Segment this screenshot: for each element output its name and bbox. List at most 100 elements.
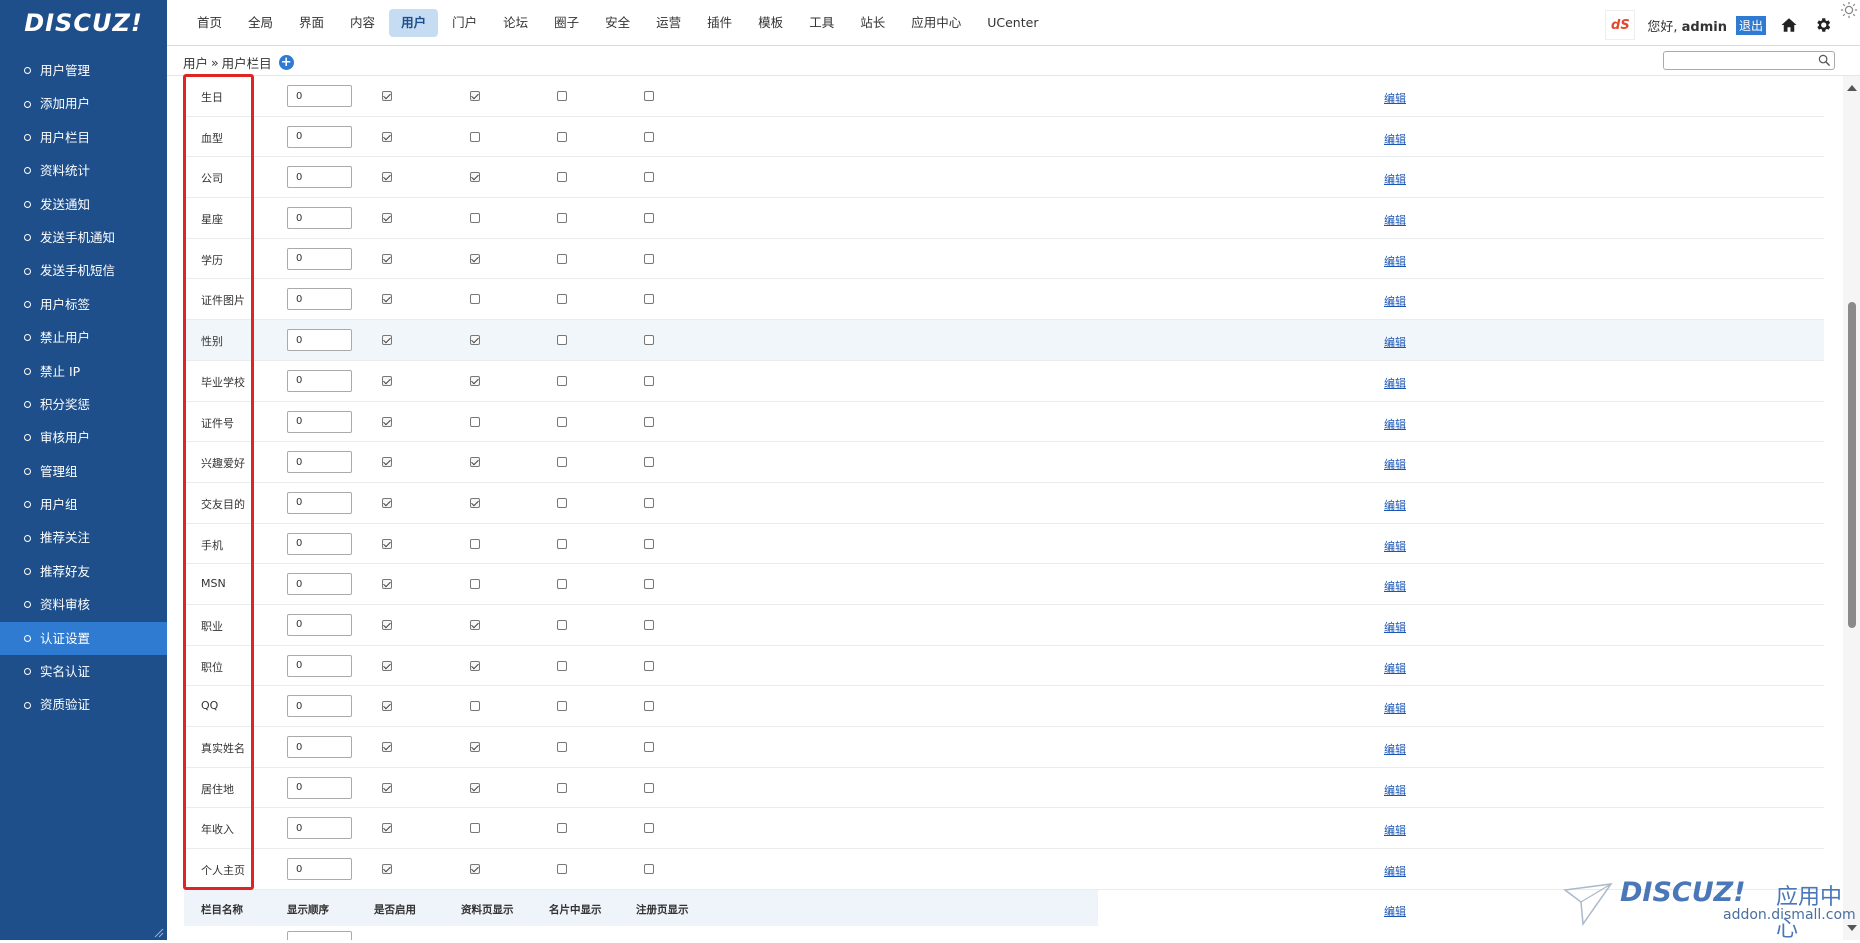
search-icon[interactable] (1818, 54, 1831, 67)
register-checkbox[interactable] (644, 172, 654, 183)
nav-item[interactable]: UCenter (975, 9, 1050, 37)
logout-link[interactable]: 退出 (1735, 15, 1766, 35)
card-checkbox[interactable] (557, 335, 567, 346)
sidebar-item[interactable]: 资质验证 (0, 688, 167, 721)
display-order-input[interactable] (287, 247, 352, 270)
edit-link[interactable]: 编辑 (1384, 782, 1406, 798)
sidebar-item[interactable]: 用户标签 (0, 288, 167, 321)
edit-link[interactable]: 编辑 (1384, 334, 1406, 350)
sidebar-item[interactable]: 发送手机短信 (0, 254, 167, 287)
enabled-checkbox[interactable] (382, 253, 392, 264)
scroll-thumb[interactable] (1848, 302, 1856, 628)
display-order-input[interactable] (287, 736, 352, 758)
enabled-checkbox[interactable] (382, 742, 392, 752)
enabled-checkbox[interactable] (382, 294, 392, 305)
enabled-checkbox[interactable] (382, 782, 392, 793)
profile-checkbox[interactable] (470, 335, 480, 346)
sidebar-item[interactable]: 禁止 IP (0, 355, 167, 388)
sidebar-item[interactable]: 积分奖惩 (0, 388, 167, 421)
edit-link[interactable]: 编辑 (1384, 619, 1406, 635)
resize-handle-icon[interactable] (154, 928, 164, 938)
edit-link[interactable]: 编辑 (1384, 171, 1406, 187)
sidebar-item[interactable]: 资料统计 (0, 154, 167, 187)
register-checkbox[interactable] (644, 497, 654, 508)
card-checkbox[interactable] (557, 823, 567, 834)
enabled-checkbox[interactable] (382, 375, 392, 386)
card-checkbox[interactable] (557, 172, 567, 183)
register-checkbox[interactable] (644, 782, 654, 793)
display-order-input[interactable] (287, 695, 352, 718)
enabled-checkbox[interactable] (382, 823, 392, 834)
register-checkbox[interactable] (644, 742, 654, 752)
sidebar-item[interactable]: 禁止用户 (0, 321, 167, 354)
scroll-down-icon[interactable] (1847, 925, 1857, 931)
display-order-input[interactable] (287, 654, 352, 677)
edit-link[interactable]: 编辑 (1384, 131, 1406, 147)
nav-item[interactable]: 插件 (695, 9, 744, 37)
register-checkbox[interactable] (644, 91, 654, 101)
display-order-input[interactable] (287, 369, 352, 392)
gear-icon[interactable] (1812, 14, 1834, 36)
display-order-input[interactable] (287, 613, 352, 636)
profile-checkbox[interactable] (470, 416, 480, 427)
search-input[interactable] (1668, 52, 1816, 69)
nav-item[interactable]: 工具 (797, 9, 846, 37)
nav-item[interactable]: 安全 (593, 9, 642, 37)
brand-icon[interactable]: dS (1605, 10, 1636, 40)
display-order-input[interactable] (287, 532, 352, 555)
card-checkbox[interactable] (557, 579, 567, 590)
nav-item[interactable]: 站长 (848, 9, 897, 37)
register-checkbox[interactable] (644, 213, 654, 224)
edit-link[interactable]: 编辑 (1384, 660, 1406, 676)
display-order-input[interactable] (287, 930, 352, 940)
profile-checkbox[interactable] (470, 701, 480, 712)
edit-link[interactable]: 编辑 (1384, 700, 1406, 716)
nav-item[interactable]: 门户 (440, 9, 489, 37)
profile-checkbox[interactable] (470, 619, 480, 630)
card-checkbox[interactable] (557, 253, 567, 264)
enabled-checkbox[interactable] (382, 457, 392, 468)
edit-link[interactable]: 编辑 (1384, 456, 1406, 472)
scroll-up-icon[interactable] (1847, 85, 1857, 91)
register-checkbox[interactable] (644, 457, 654, 468)
nav-item[interactable]: 内容 (338, 9, 387, 37)
display-order-input[interactable] (287, 491, 352, 514)
sidebar-item[interactable]: 发送通知 (0, 188, 167, 221)
profile-checkbox[interactable] (470, 294, 480, 305)
sidebar-item[interactable]: 认证设置 (0, 621, 167, 656)
enabled-checkbox[interactable] (382, 579, 392, 590)
display-order-input[interactable] (287, 288, 352, 311)
sidebar-item[interactable]: 实名认证 (0, 655, 167, 688)
profile-checkbox[interactable] (470, 131, 480, 142)
nav-item[interactable]: 界面 (287, 9, 336, 37)
sidebar-item[interactable]: 审核用户 (0, 421, 167, 454)
register-checkbox[interactable] (644, 660, 654, 671)
sidebar-item[interactable]: 用户栏目 (0, 121, 167, 154)
card-checkbox[interactable] (557, 497, 567, 508)
enabled-checkbox[interactable] (382, 172, 392, 183)
theme-toggle-icon[interactable] (1840, 1, 1858, 19)
card-checkbox[interactable] (557, 131, 567, 142)
register-checkbox[interactable] (644, 294, 654, 305)
edit-link[interactable]: 编辑 (1384, 253, 1406, 269)
register-checkbox[interactable] (644, 253, 654, 264)
profile-checkbox[interactable] (470, 457, 480, 468)
edit-link[interactable]: 编辑 (1384, 497, 1406, 513)
edit-link[interactable]: 编辑 (1384, 741, 1406, 757)
display-order-input[interactable] (287, 329, 352, 352)
card-checkbox[interactable] (557, 457, 567, 468)
enabled-checkbox[interactable] (382, 538, 392, 549)
nav-item[interactable]: 全局 (236, 9, 285, 37)
sidebar-item[interactable]: 用户组 (0, 488, 167, 521)
display-order-input[interactable] (287, 817, 352, 840)
edit-link[interactable]: 编辑 (1384, 578, 1406, 594)
card-checkbox[interactable] (557, 91, 567, 101)
nav-item[interactable]: 论坛 (491, 9, 540, 37)
profile-checkbox[interactable] (470, 579, 480, 590)
register-checkbox[interactable] (644, 823, 654, 834)
display-order-input[interactable] (287, 85, 352, 107)
card-checkbox[interactable] (557, 660, 567, 671)
nav-item[interactable]: 运营 (644, 9, 693, 37)
edit-link[interactable]: 编辑 (1384, 538, 1406, 554)
display-order-input[interactable] (287, 125, 352, 148)
